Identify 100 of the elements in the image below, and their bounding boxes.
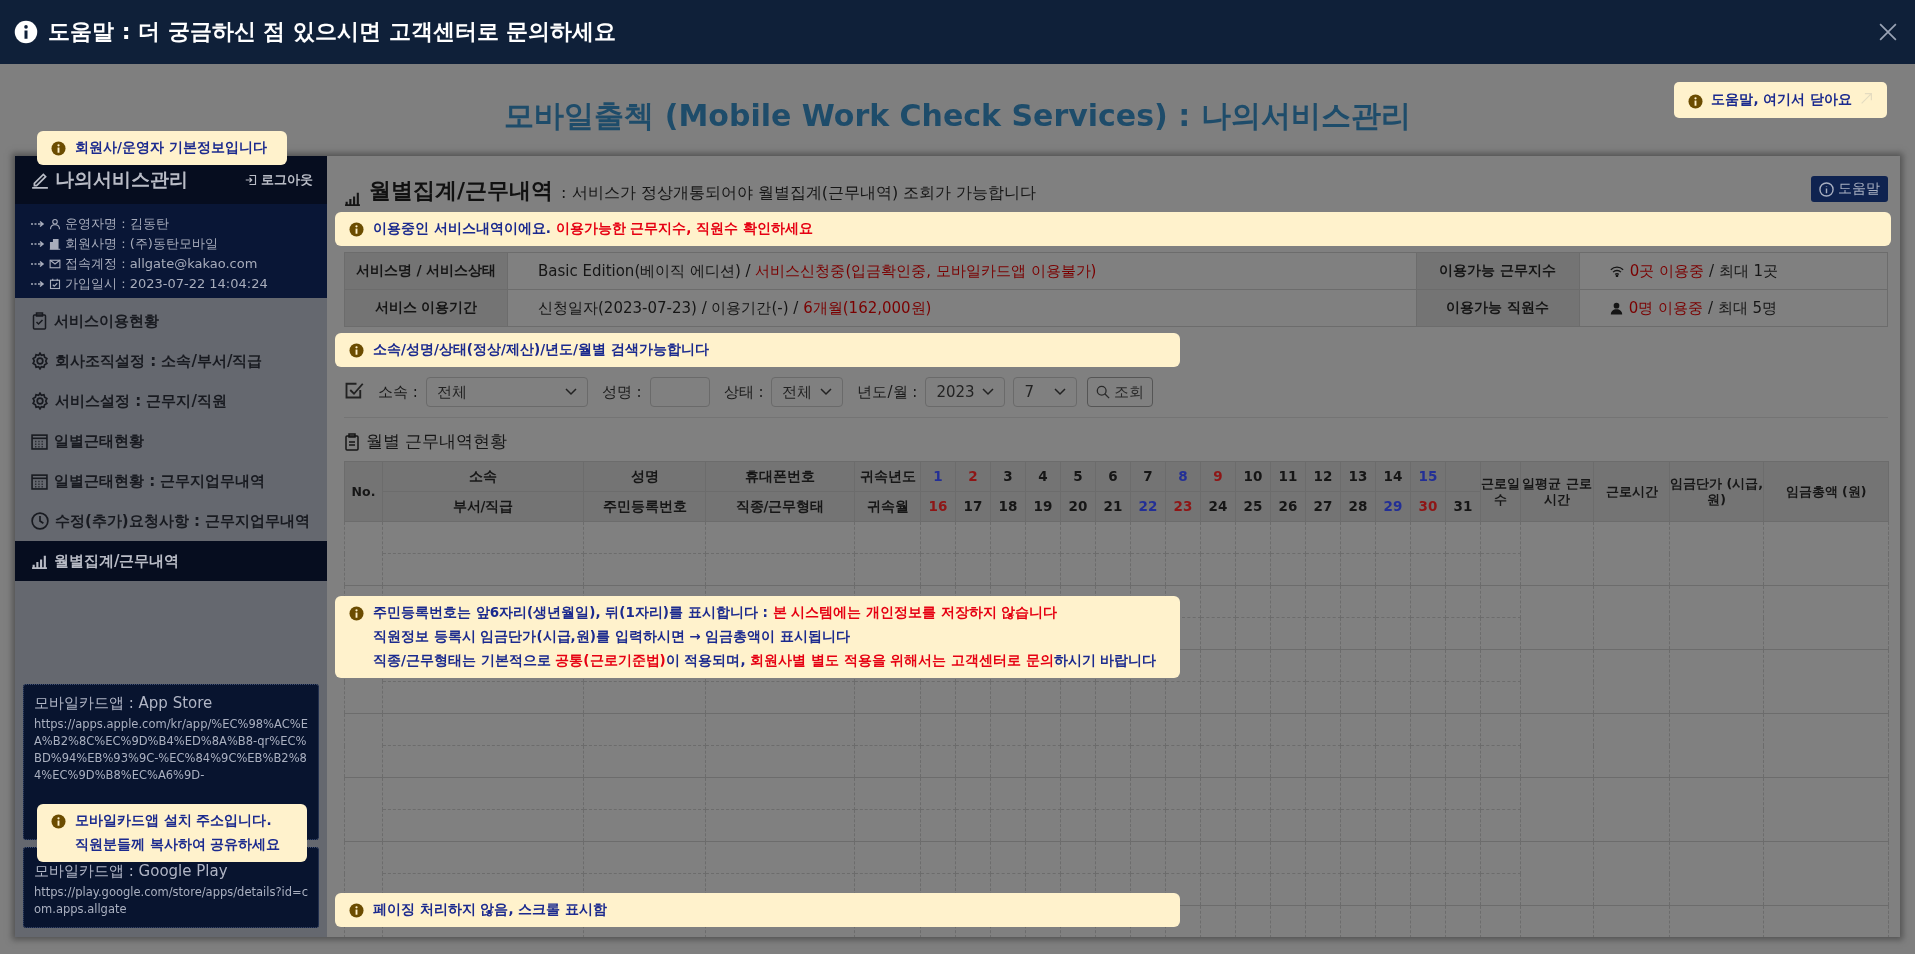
day-header: 7 — [1130, 461, 1166, 492]
dropdown[interactable]: 2023 — [925, 377, 1006, 407]
filter-label: 소속 : — [378, 382, 418, 402]
close-icon — [1879, 23, 1897, 41]
bar-chart-icon — [344, 191, 361, 206]
day-header: 6 — [1095, 461, 1131, 492]
filter-label: 년도/월 : — [857, 382, 918, 402]
day-header: 1 — [920, 461, 956, 492]
wifi-icon — [1609, 265, 1624, 277]
page-title: 모바일출첵 (Mobile Work Check Services) : 나의서비스관리 — [504, 96, 1411, 135]
logout-icon — [245, 174, 257, 186]
day-header: 10 — [1235, 461, 1271, 492]
table-cell: 0명 이용중 / 최대 5명 — [1628, 298, 1778, 318]
account-info: 회원사명 : (주)동탄모바일 — [65, 235, 218, 253]
day-header: 4 — [1025, 461, 1061, 492]
dropdown[interactable]: 7 — [1013, 377, 1078, 407]
checkbox-icon — [344, 380, 364, 400]
app-link[interactable]: https://play.google.com/store/apps/details?id=com.apps.allgate — [34, 884, 308, 918]
column-header: 근로일수 — [1480, 461, 1521, 522]
table-cell: Basic Edition(베이직 에디션) / 서비스신청중(입금확인중, 모바일카드앱 이용불가) — [507, 252, 1417, 290]
day-header: 2 — [955, 461, 991, 492]
building-icon — [49, 238, 61, 250]
info-icon — [349, 606, 364, 621]
help-button[interactable]: 도움말 — [1811, 176, 1888, 202]
tooltip-text: 페이징 처리하지 않음, 스크롤 표시함 — [373, 901, 607, 919]
column-header: 부서/직급 — [382, 491, 584, 522]
dialog-title: 도움말 : 더 궁금하신 점 있으시면 고객센터로 문의하세요 — [48, 18, 617, 46]
day-header: 13 — [1340, 461, 1376, 492]
calendar-icon — [31, 472, 48, 490]
day-header: 15 — [1410, 461, 1446, 492]
dotted-arrow-icon — [31, 220, 45, 228]
arrow-icon — [1860, 92, 1873, 105]
calendar-icon — [31, 432, 48, 450]
tooltip-text: 직원정보 등록시 임금단가(시급,원)를 입력하시면 → 임금총액이 표시됩니다 — [373, 628, 851, 646]
mail-icon — [49, 258, 61, 270]
day-header: 12 — [1305, 461, 1341, 492]
tooltip-text: 회원사/운영자 기본정보입니다 — [75, 139, 267, 157]
tooltip-text: 직종/근무형태는 기본적으로 공통(근로기준법)이 적용되며, 회원사별 별도 적용을 위해서는 고객센터로 문의하시기 바랍니다 — [373, 652, 1157, 670]
gear-icon — [31, 352, 49, 370]
bar-chart-icon — [31, 553, 48, 569]
dropdown[interactable]: 전체 — [425, 377, 588, 407]
card-title: 모바일카드앱 : Google Play — [34, 862, 229, 881]
column-header: 일평균 근로시간 — [1520, 461, 1594, 522]
sidebar-title: 나의서비스관리 — [55, 167, 188, 192]
sidebar-item[interactable]: 일별근태현황 : 근무지업무내역 — [15, 461, 327, 501]
chevron-down-icon — [564, 388, 577, 396]
chevron-down-icon — [820, 388, 833, 396]
table-cell: 이용가능 직원수 — [1416, 289, 1580, 327]
column-header: 근로시간 — [1593, 461, 1670, 522]
column-header: 성명 — [583, 461, 706, 492]
table-cell: 이용가능 근무지수 — [1416, 252, 1580, 290]
dotted-arrow-icon — [31, 260, 45, 268]
day-header: 3 — [990, 461, 1026, 492]
day-header: 8 — [1165, 461, 1201, 492]
column-header: No. — [344, 461, 383, 522]
column-header: 귀속년도 — [854, 461, 921, 492]
column-header: 귀속월 — [854, 491, 921, 522]
sidebar-item[interactable]: 서비스이용현황 — [15, 301, 327, 341]
sidebar-item[interactable]: 서비스설정 : 근무지/직원 — [15, 381, 327, 421]
column-header: 휴대폰번호 — [705, 461, 855, 492]
tooltip-text: 도움말, 여기서 닫아요 — [1711, 91, 1852, 109]
clipboard-icon — [31, 312, 48, 330]
info-icon — [349, 343, 364, 358]
gear-icon — [31, 392, 49, 410]
filter-label: 성명 : — [601, 382, 642, 402]
sidebar-item[interactable]: 회사조직설정 : 소속/부서/직급 — [15, 341, 327, 381]
chevron-down-icon — [982, 388, 995, 396]
tooltip-text: 모바일카드앱 설치 주소입니다. — [75, 812, 273, 830]
day-header: 11 — [1270, 461, 1306, 492]
table-cell: 서비스명 / 서비스상태 — [344, 252, 508, 290]
sidebar-item[interactable]: 수정(추가)요청사항 : 근무지업무내역 — [15, 501, 327, 541]
person-icon — [1609, 301, 1623, 315]
person-icon — [49, 218, 61, 230]
dropdown[interactable]: 전체 — [771, 377, 844, 407]
close-button[interactable] — [1879, 23, 1897, 41]
account-info: 가입일시 : 2023-07-22 14:04:24 — [65, 275, 268, 293]
section-title: 월별집계/근무내역 — [369, 177, 554, 205]
card-title: 모바일카드앱 : App Store — [34, 694, 214, 713]
sidebar-item[interactable]: 일별근태현황 — [15, 421, 327, 461]
tooltip-text: 이용중인 서비스내역이에요. 이용가능한 근무지수, 직원수 확인하세요 — [373, 220, 813, 238]
day-header: 9 — [1200, 461, 1236, 492]
info-icon — [1819, 181, 1834, 197]
section-subtitle: : 서비스가 정상개통되어야 월별집계(근무내역) 조회가 가능합니다 — [561, 183, 1037, 204]
column-header: 임금총액 (원) — [1763, 461, 1889, 522]
info-icon — [14, 20, 38, 44]
sidebar-item[interactable]: 월별집계/근무내역 — [15, 541, 327, 581]
day-header: 14 — [1375, 461, 1411, 492]
chevron-down-icon — [1054, 388, 1067, 396]
search-button[interactable]: 조회 — [1087, 377, 1154, 407]
info-icon — [1688, 93, 1704, 109]
dotted-arrow-icon — [31, 280, 45, 288]
column-header: 임금단가 (시급,원) — [1669, 461, 1764, 522]
filter-label: 상태 : — [723, 382, 764, 402]
search-icon — [1096, 385, 1111, 399]
logout-button[interactable]: 로그아웃 — [245, 171, 313, 189]
column-header: 주민등록번호 — [583, 491, 706, 522]
calendar-icon — [49, 278, 61, 290]
clipboard-list-icon — [344, 432, 360, 451]
app-link[interactable]: https://apps.apple.com/kr/app/%EC%98%AC%EA%B2%8C%EC%9D%B4%ED%8A%B8-qr%EC%BD%94%EB%93%9C-%EC%84%9C%EB%B2%84%EC%9D%B8%EC%A6%9D- — [34, 716, 308, 784]
table-cell: 신청일자(2023-07-23) / 이용기간(-) / 6개월(162,000원) — [507, 289, 1417, 327]
